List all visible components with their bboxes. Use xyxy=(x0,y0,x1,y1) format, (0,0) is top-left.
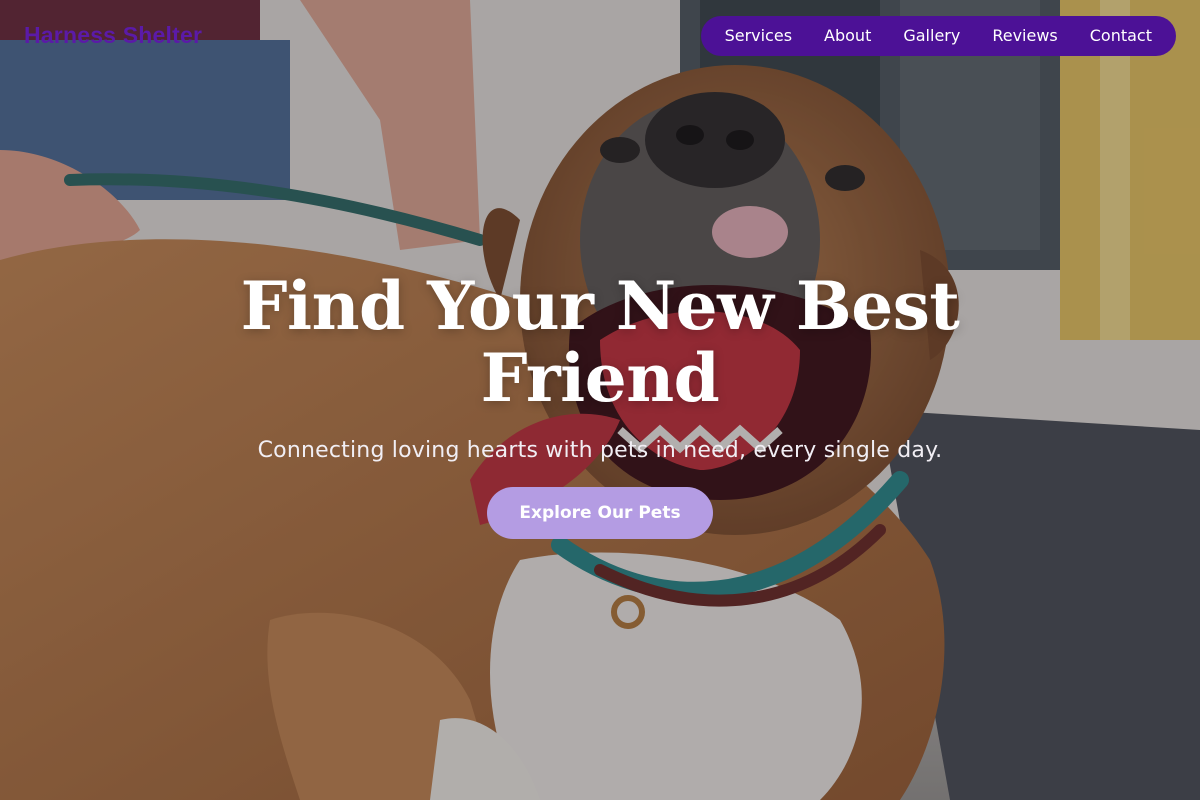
hero-title: Find Your New Best Friend xyxy=(240,267,960,417)
hero-subtitle: Connecting loving hearts with pets in ne… xyxy=(257,438,943,463)
nav-link-about[interactable]: About xyxy=(808,16,887,56)
nav-link-contact[interactable]: Contact xyxy=(1074,16,1168,56)
nav-link-gallery[interactable]: Gallery xyxy=(887,16,976,56)
hero-section: Harness Shelter Services About Gallery R… xyxy=(0,0,1200,800)
explore-pets-button[interactable]: Explore Our Pets xyxy=(487,487,713,539)
nav-link-reviews[interactable]: Reviews xyxy=(976,16,1073,56)
brand-logo[interactable]: Harness Shelter xyxy=(24,22,202,49)
hero-content: Find Your New Best Friend Connecting lov… xyxy=(0,270,1200,539)
main-nav: Services About Gallery Reviews Contact xyxy=(700,16,1176,56)
nav-link-services[interactable]: Services xyxy=(709,16,808,56)
